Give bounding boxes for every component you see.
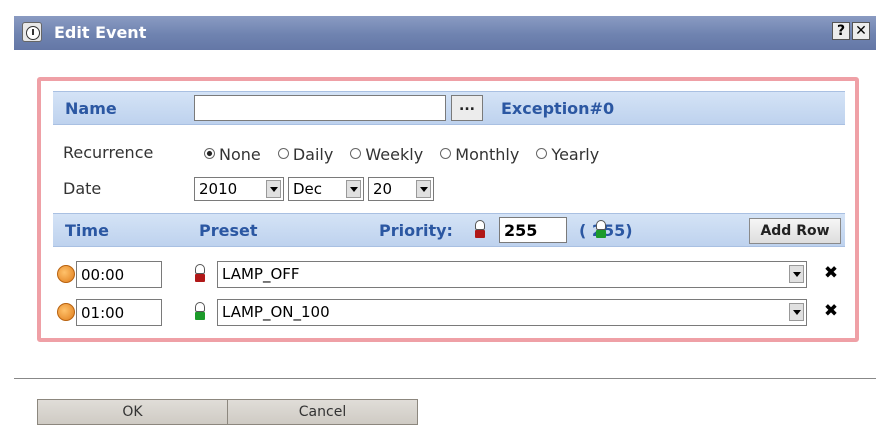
radio-selected-icon[interactable] <box>204 148 215 159</box>
clock-icon <box>57 303 75 321</box>
preset-header: Preset <box>199 221 258 240</box>
preset-value: LAMP_ON_100 <box>222 303 330 321</box>
radio-icon[interactable] <box>536 148 548 159</box>
day-select[interactable]: 20 <box>368 177 434 201</box>
recurrence-weekly-option[interactable]: Weekly <box>350 145 423 164</box>
priority-label: Priority: <box>379 221 453 240</box>
recurrence-label: Recurrence <box>63 143 154 162</box>
dropdown-arrow-icon[interactable] <box>789 265 804 283</box>
lamp-on-icon <box>594 220 608 240</box>
radio-icon[interactable] <box>350 148 362 159</box>
clock-icon <box>22 22 42 42</box>
year-select[interactable]: 2010 <box>194 177 284 201</box>
preset-select[interactable]: LAMP_OFF <box>217 261 807 288</box>
event-panel: Name ... Exception#0 Recurrence None Dai… <box>37 77 859 342</box>
recurrence-monthly-option[interactable]: Monthly <box>440 145 519 164</box>
browse-button[interactable]: ... <box>451 95 483 121</box>
time-input[interactable] <box>76 261 162 288</box>
year-value: 2010 <box>199 180 238 198</box>
dropdown-arrow-icon[interactable] <box>266 180 281 198</box>
dialog-title: Edit Event <box>54 23 147 42</box>
delete-icon[interactable]: ✖ <box>823 265 839 282</box>
lamp-off-icon <box>193 264 207 284</box>
dialog-titlebar: Edit Event ? ✕ <box>14 16 876 50</box>
schedule-header-row: Time Preset Priority: ( 255) Add Row <box>53 213 845 247</box>
dropdown-arrow-icon[interactable] <box>789 303 804 321</box>
day-value: 20 <box>373 180 393 198</box>
time-input[interactable] <box>76 299 162 326</box>
radio-icon[interactable] <box>440 148 452 159</box>
clock-icon <box>57 265 75 283</box>
dropdown-arrow-icon[interactable] <box>346 180 361 198</box>
dropdown-arrow-icon[interactable] <box>416 180 431 198</box>
exception-label: Exception#0 <box>501 99 615 118</box>
priority-input[interactable] <box>499 217 567 243</box>
name-label: Name <box>65 99 117 118</box>
close-button[interactable]: ✕ <box>852 22 870 40</box>
time-header: Time <box>65 221 109 240</box>
footer-divider <box>14 378 876 379</box>
add-row-button[interactable]: Add Row <box>749 218 841 244</box>
recurrence-yearly-option[interactable]: Yearly <box>536 145 599 164</box>
cancel-button[interactable]: Cancel <box>227 399 418 425</box>
delete-icon[interactable]: ✖ <box>823 303 839 320</box>
ok-button[interactable]: OK <box>37 399 228 425</box>
preset-select[interactable]: LAMP_ON_100 <box>217 299 807 326</box>
lamp-on-icon <box>193 302 207 322</box>
month-value: Dec <box>293 180 323 198</box>
recurrence-none-option[interactable]: None <box>204 145 261 164</box>
name-row: Name ... Exception#0 <box>53 91 845 125</box>
recurrence-daily-option[interactable]: Daily <box>277 145 333 164</box>
recurrence-options: None Daily Weekly Monthly Yearly <box>204 145 611 164</box>
preset-value: LAMP_OFF <box>222 265 300 283</box>
name-input[interactable] <box>194 95 446 121</box>
radio-icon[interactable] <box>277 148 289 159</box>
date-label: Date <box>63 179 102 198</box>
help-button[interactable]: ? <box>832 22 850 40</box>
month-select[interactable]: Dec <box>288 177 364 201</box>
lamp-off-icon <box>473 220 487 240</box>
